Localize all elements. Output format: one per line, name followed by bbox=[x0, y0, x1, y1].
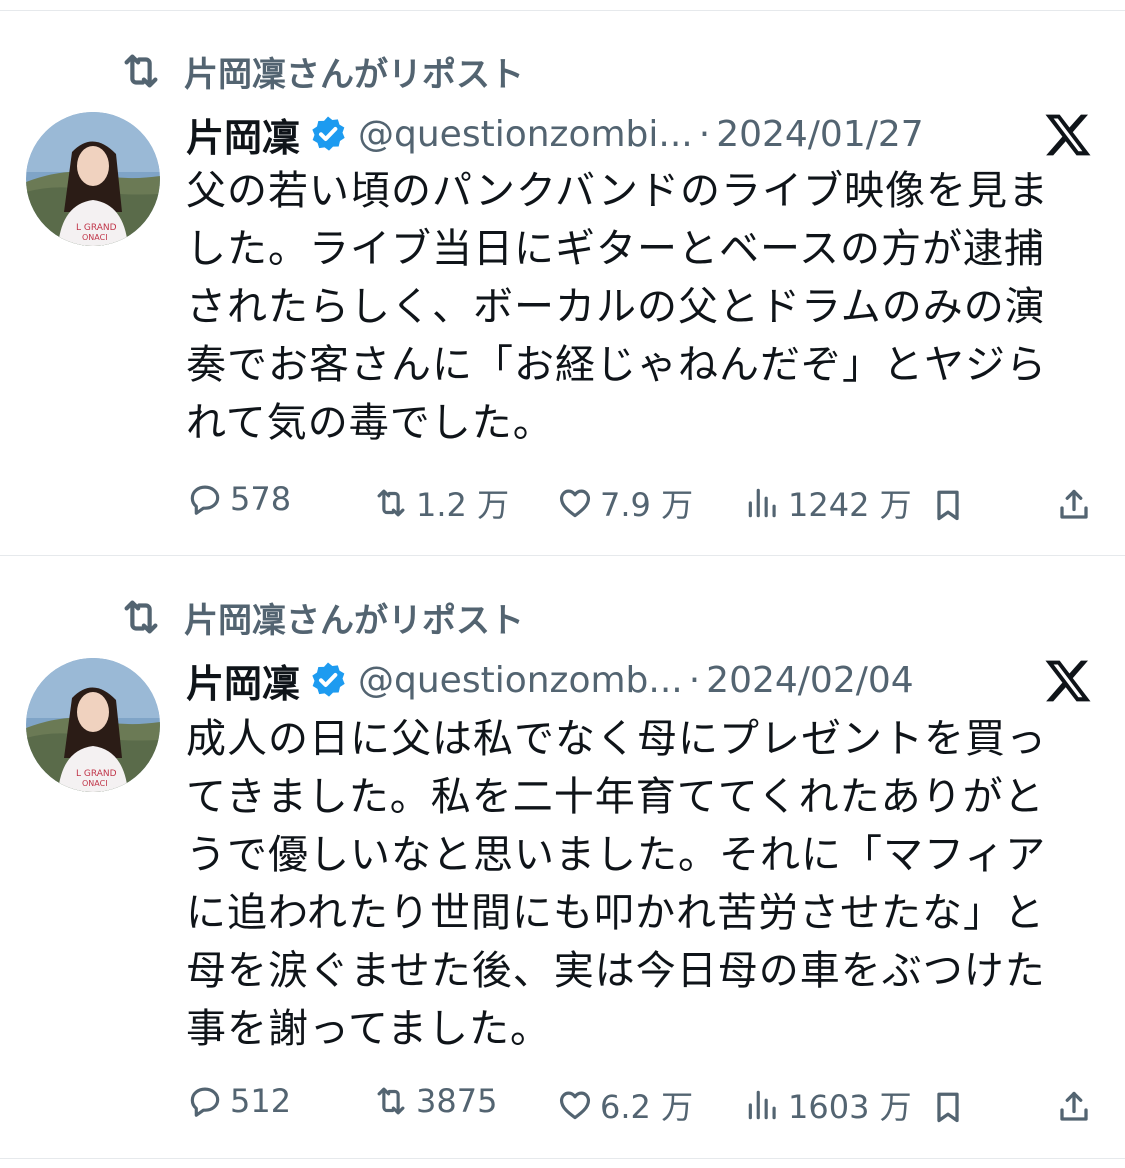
views-count: 1242 万 bbox=[788, 486, 912, 524]
like-button[interactable]: 7.9 万 bbox=[556, 480, 693, 526]
bookmark-button[interactable] bbox=[930, 1089, 966, 1125]
views-icon bbox=[748, 1090, 776, 1120]
tweet-text-line: されたらしく、ボーカルの父とドラムのみの演 bbox=[186, 284, 1046, 330]
repost-indicator: 片岡凜さんがリポスト bbox=[118, 592, 524, 642]
reply-count: 512 bbox=[230, 1082, 292, 1120]
repost-icon bbox=[124, 600, 158, 634]
svg-text:ONACI: ONACI bbox=[82, 779, 108, 788]
like-button[interactable]: 6.2 万 bbox=[556, 1082, 693, 1128]
reply-button[interactable]: 578 bbox=[186, 480, 291, 518]
svg-text:L GRAND: L GRAND bbox=[76, 769, 117, 779]
separator-dot: · bbox=[698, 113, 711, 155]
verified-badge-icon bbox=[312, 116, 345, 151]
views-button[interactable]: 1603 万 bbox=[744, 1082, 912, 1128]
views-icon bbox=[748, 488, 776, 518]
repost-button[interactable]: 3875 bbox=[372, 1082, 497, 1120]
bookmark-icon bbox=[937, 1092, 959, 1123]
tweet-header: 片岡凜 @questionzomb... · 2024/02/04 bbox=[186, 652, 914, 708]
reply-button[interactable]: 512 bbox=[186, 1082, 291, 1120]
svg-text:ONACI: ONACI bbox=[82, 233, 108, 242]
tweet-text-line: 成人の日に父は私でなく母にプレゼントを買っ bbox=[186, 716, 1047, 762]
author-handle[interactable]: @questionzombi... bbox=[358, 114, 693, 155]
repost-button[interactable]: 1.2 万 bbox=[372, 480, 509, 526]
views-button[interactable]: 1242 万 bbox=[744, 480, 912, 526]
author-name[interactable]: 片岡凜 bbox=[186, 653, 300, 708]
tweet-text: 成人の日に父は私でなく母にプレゼントを買っ てきました。私を二十年育ててくれたあ… bbox=[186, 710, 1091, 1058]
views-count: 1603 万 bbox=[788, 1088, 912, 1126]
repost-label: 片岡凜さんがリポスト bbox=[184, 600, 524, 641]
tweet-text-line: 母を涙ぐませた後、実は今日母の車をぶつけた bbox=[186, 948, 1046, 994]
tweet-text-line: 父の若い頃のパンクバンドのライブ映像を見ま bbox=[186, 168, 1049, 214]
tweet-text-line: うで優しいなと思いました。それに「マフィア bbox=[186, 832, 1047, 878]
share-icon bbox=[1060, 489, 1088, 519]
action-bar: 578 1.2 万 7.9 万 1242 万 bbox=[0, 480, 1125, 530]
tweet-date[interactable]: 2024/02/04 bbox=[706, 660, 914, 701]
tweet-card[interactable]: 片岡凜さんがリポスト L GRAND ONACI 片岡凜 @questionzo… bbox=[0, 0, 1125, 555]
author-name[interactable]: 片岡凜 bbox=[186, 107, 300, 162]
repost-icon bbox=[124, 54, 158, 88]
bookmark-button[interactable] bbox=[930, 487, 966, 523]
share-button[interactable] bbox=[1056, 1089, 1092, 1125]
share-icon bbox=[1060, 1091, 1088, 1121]
tweet-text-line: 奏でお客さんに「お経じゃねんだぞ」とヤジら bbox=[186, 342, 1047, 388]
x-logo-icon[interactable] bbox=[1042, 110, 1094, 160]
repost-count: 3875 bbox=[416, 1082, 498, 1120]
tweet-date[interactable]: 2024/01/27 bbox=[716, 114, 924, 155]
avatar[interactable]: L GRAND ONACI bbox=[26, 112, 160, 246]
action-bar: 512 3875 6.2 万 1603 万 bbox=[0, 1082, 1125, 1132]
tweet-card[interactable]: 片岡凜さんがリポスト L GRAND ONACI 片岡凜 @questionzo… bbox=[0, 556, 1125, 1158]
tweet-text-line: れて気の毒でした。 bbox=[186, 400, 554, 446]
bottom-divider bbox=[0, 1158, 1125, 1159]
repost-indicator: 片岡凜さんがリポスト bbox=[118, 46, 524, 96]
svg-text:L GRAND: L GRAND bbox=[76, 223, 117, 233]
tweet-text-line: 事を謝ってました。 bbox=[186, 1006, 551, 1052]
repost-label: 片岡凜さんがリポスト bbox=[184, 54, 524, 95]
tweet-text-line: に追われたり世間にも叩かれ苦労させたな」と bbox=[186, 890, 1045, 936]
reply-count: 578 bbox=[230, 480, 292, 518]
avatar[interactable]: L GRAND ONACI bbox=[26, 658, 160, 792]
repost-count: 1.2 万 bbox=[416, 486, 510, 524]
repost-icon bbox=[377, 489, 405, 517]
reply-icon bbox=[190, 1087, 220, 1117]
heart-icon bbox=[559, 1091, 591, 1120]
heart-icon bbox=[559, 489, 591, 518]
author-handle[interactable]: @questionzomb... bbox=[358, 660, 683, 701]
repost-icon bbox=[377, 1087, 405, 1115]
tweet-text-line: てきました。私を二十年育ててくれたありがと bbox=[186, 774, 1045, 820]
tweet-text: 父の若い頃のパンクバンドのライブ映像を見ま した。ライブ当日にギターとベースの方… bbox=[186, 162, 1091, 452]
x-logo-icon[interactable] bbox=[1042, 656, 1094, 706]
tweet-header: 片岡凜 @questionzombi... · 2024/01/27 bbox=[186, 106, 924, 162]
bookmark-icon bbox=[937, 490, 959, 521]
like-count: 6.2 万 bbox=[600, 1088, 694, 1126]
like-count: 7.9 万 bbox=[600, 486, 694, 524]
share-button[interactable] bbox=[1056, 487, 1092, 523]
reply-icon bbox=[190, 485, 220, 515]
separator-dot: · bbox=[688, 659, 701, 701]
tweet-text-line: した。ライブ当日にギターとベースの方が逮捕 bbox=[186, 226, 1045, 272]
verified-badge-icon bbox=[312, 662, 345, 697]
